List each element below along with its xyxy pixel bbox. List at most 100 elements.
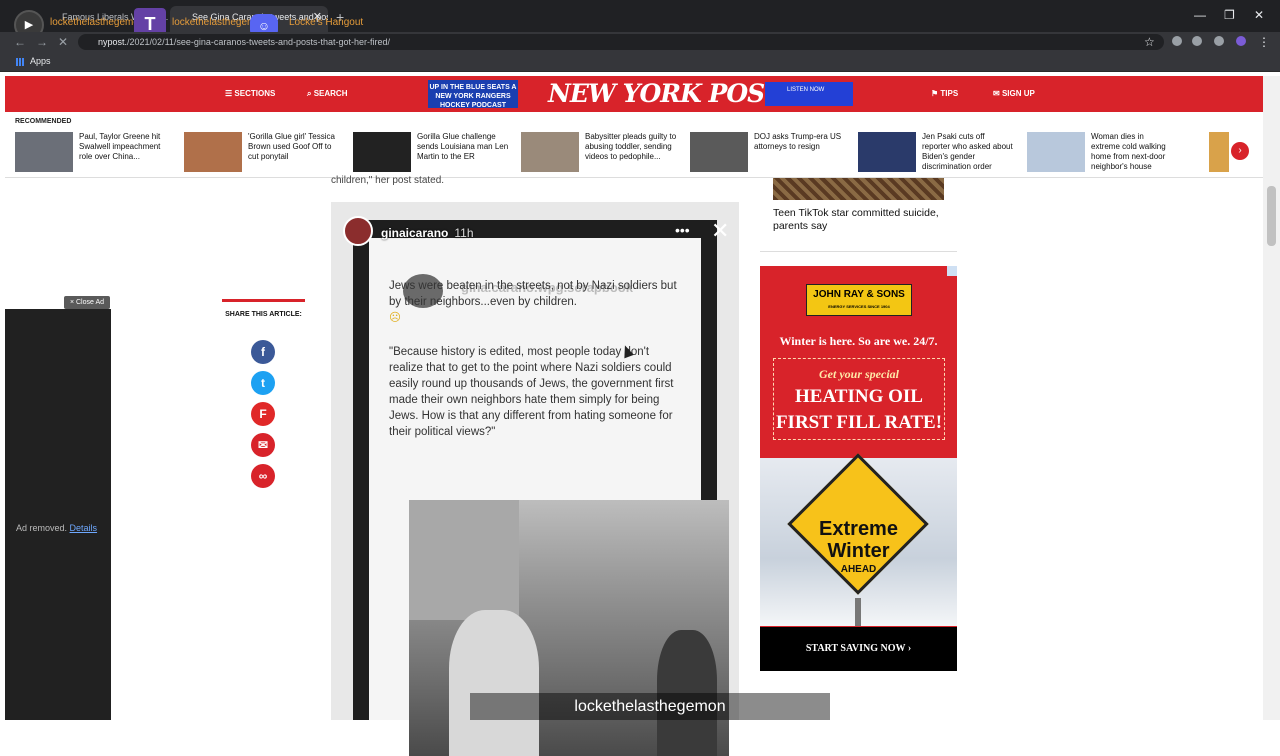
thumbnail <box>690 132 748 172</box>
story-avatar <box>343 216 373 246</box>
adchoices-icon[interactable] <box>947 266 957 276</box>
sign-line3: AHEAD <box>840 564 877 575</box>
apps-icon <box>16 57 24 66</box>
recommended-headline: Woman dies in extreme cold walking home … <box>1091 132 1166 171</box>
back-icon[interactable]: ← <box>14 35 26 49</box>
more-icon: ••• <box>675 222 690 238</box>
site-logo[interactable]: NEW YORK POST <box>548 79 783 108</box>
thumbnail[interactable] <box>1209 132 1229 172</box>
rail-article-title: Teen TikTok star committed suicide, pare… <box>773 207 939 232</box>
stream-caption: lockethelasthegemon <box>470 693 830 720</box>
listen-ad[interactable]: LISTEN NOW <box>765 82 853 106</box>
thumbnail <box>1027 132 1085 172</box>
thumbnail <box>521 132 579 172</box>
email-icon[interactable]: ✉ <box>251 433 275 457</box>
recommended-headline: Paul, Taylor Greene hit Swalwell impeach… <box>79 132 161 161</box>
recommended-label: RECOMMENDED <box>15 118 72 125</box>
browser-toolbar: ← → ✕ nypost./2021/02/11/see-gina-carano… <box>0 32 1280 52</box>
flipboard-icon[interactable]: F <box>251 402 275 426</box>
ad-removed-notice: Ad removed. Details <box>16 523 97 533</box>
puzzle-icon[interactable] <box>1214 36 1224 46</box>
left-ad-panel <box>5 309 111 720</box>
sign-line2: Winter <box>827 540 890 562</box>
photo-building <box>409 500 519 620</box>
ad-brand-sub: ENERGY SERVICES SINCE 1904 <box>828 304 890 309</box>
close-icon: ✕ <box>711 218 730 243</box>
sad-emoji-icon: ☹ <box>389 312 401 324</box>
next-arrow-icon[interactable]: › <box>1231 142 1249 160</box>
recommended-headline: 'Gorilla Glue girl' Tessica Brown used G… <box>248 132 335 161</box>
story-paragraph-1-text: Jews were beaten in the streets, not by … <box>389 280 677 308</box>
thumbnail <box>353 132 411 172</box>
instagram-story-image: gina.carano.wpg.scrapbook ginaicarano 11h… <box>331 202 739 756</box>
sign-post <box>855 598 861 626</box>
signup-button[interactable]: ✉ SIGN UP <box>993 89 1035 98</box>
thumbnail <box>184 132 242 172</box>
heating-oil-ad[interactable]: JOHN RAY & SONS ENERGY SERVICES SINCE 190… <box>760 266 957 671</box>
share-label: SHARE THIS ARTICLE: <box>225 311 302 318</box>
share-panel: SHARE THIS ARTICLE: f t F ✉ ∞ <box>222 299 305 488</box>
profile-avatar[interactable] <box>1236 36 1246 46</box>
overlay-discord-label: Locke's Hangout <box>289 17 364 28</box>
ad-brand-logo: JOHN RAY & SONS ENERGY SERVICES SINCE 190… <box>806 284 912 316</box>
article-caption: children," her post stated. <box>331 175 445 186</box>
bookmark-label: Apps <box>30 56 51 66</box>
story-time: 11h <box>454 226 474 240</box>
minimize-icon[interactable]: — <box>1194 8 1206 22</box>
extension-icon[interactable] <box>1172 36 1182 46</box>
close-window-icon[interactable]: ✕ <box>1254 8 1264 22</box>
sections-button[interactable]: ☰ SECTIONS <box>225 89 275 98</box>
close-ad-button[interactable]: × Close Ad <box>64 296 110 309</box>
link-icon[interactable]: ∞ <box>251 464 275 488</box>
recommended-headline: Babysitter pleads guilty to abusing todd… <box>585 132 677 161</box>
sign-line1: Extreme <box>819 518 898 540</box>
url-host: nypost. <box>98 37 128 47</box>
tips-button[interactable]: ⚑ TIPS <box>931 89 958 98</box>
rail-article-card[interactable]: Teen TikTok star committed suicide, pare… <box>760 178 957 252</box>
ad-tagline: Winter is here. So are we. 24/7. <box>779 334 938 348</box>
twitter-icon[interactable]: t <box>251 371 275 395</box>
recommended-headline: Gorilla Glue challenge sends Louisiana m… <box>417 132 509 161</box>
story-username-text: ginaicarano <box>381 226 449 240</box>
recommended-bar: RECOMMENDED Paul, Taylor Greene hit Swal… <box>5 112 1263 178</box>
stop-icon[interactable]: ✕ <box>58 35 68 49</box>
story-paragraph-2: "Because history is edited, most people … <box>389 346 674 438</box>
tips-label: TIPS <box>940 89 959 98</box>
thumbnail <box>15 132 73 172</box>
url-path: /2021/02/11/see-gina-caranos-tweets-and-… <box>127 37 391 47</box>
ad-offer-intro: Get your special <box>819 367 899 381</box>
ad-offer-box: Get your special HEATING OIL FIRST FILL … <box>773 358 945 440</box>
bookmarks-bar: Apps <box>0 52 1280 72</box>
photo-figure <box>449 610 539 756</box>
search-button[interactable]: ⌕ SEARCH <box>307 89 347 99</box>
podcast-ad[interactable]: UP IN THE BLUE SEATS A NEW YORK RANGERS … <box>428 80 518 109</box>
overlay-twitch-name: lockethelasthegemon <box>50 17 145 28</box>
forward-icon[interactable]: → <box>36 35 48 49</box>
bookmark-star-icon[interactable]: ☆ <box>1144 35 1155 49</box>
menu-icon[interactable]: ⋮ <box>1258 35 1270 49</box>
search-label: SEARCH <box>313 89 348 98</box>
extension-icon[interactable] <box>1192 36 1202 46</box>
recommended-headline: Jen Psaki cuts off reporter who asked ab… <box>922 132 1013 171</box>
ad-details-link[interactable]: Details <box>70 523 98 533</box>
page-scrollbar[interactable] <box>1263 76 1280 720</box>
recommended-headline: DOJ asks Trump-era US attorneys to resig… <box>754 132 842 151</box>
ad-offer-line2: FIRST FILL RATE! <box>775 412 943 433</box>
facebook-icon[interactable]: f <box>251 340 275 364</box>
maximize-icon[interactable]: ❐ <box>1224 8 1235 22</box>
address-bar[interactable]: nypost./2021/02/11/see-gina-caranos-twee… <box>78 34 1164 50</box>
bookmark-apps[interactable]: Apps <box>16 56 51 66</box>
rail-article-image <box>773 178 944 200</box>
ad-winter-scene: Extreme Winter AHEAD <box>760 453 957 626</box>
sign-text: Extreme Winter <box>760 518 957 562</box>
ad-offer-line1: HEATING OIL <box>795 386 923 407</box>
ad-brand-name: JOHN RAY & SONS <box>813 289 905 300</box>
story-paragraph-1: Jews were beaten in the streets, not by … <box>389 278 679 326</box>
story-username: ginaicarano 11h <box>381 226 474 240</box>
signup-label: SIGN UP <box>1001 89 1035 98</box>
sections-label: SECTIONS <box>234 89 276 98</box>
ad-removed-text: Ad removed. <box>16 523 68 533</box>
ad-cta-button[interactable]: START SAVING NOW › <box>760 627 957 671</box>
thumbnail <box>858 132 916 172</box>
scroll-thumb[interactable] <box>1267 186 1276 246</box>
